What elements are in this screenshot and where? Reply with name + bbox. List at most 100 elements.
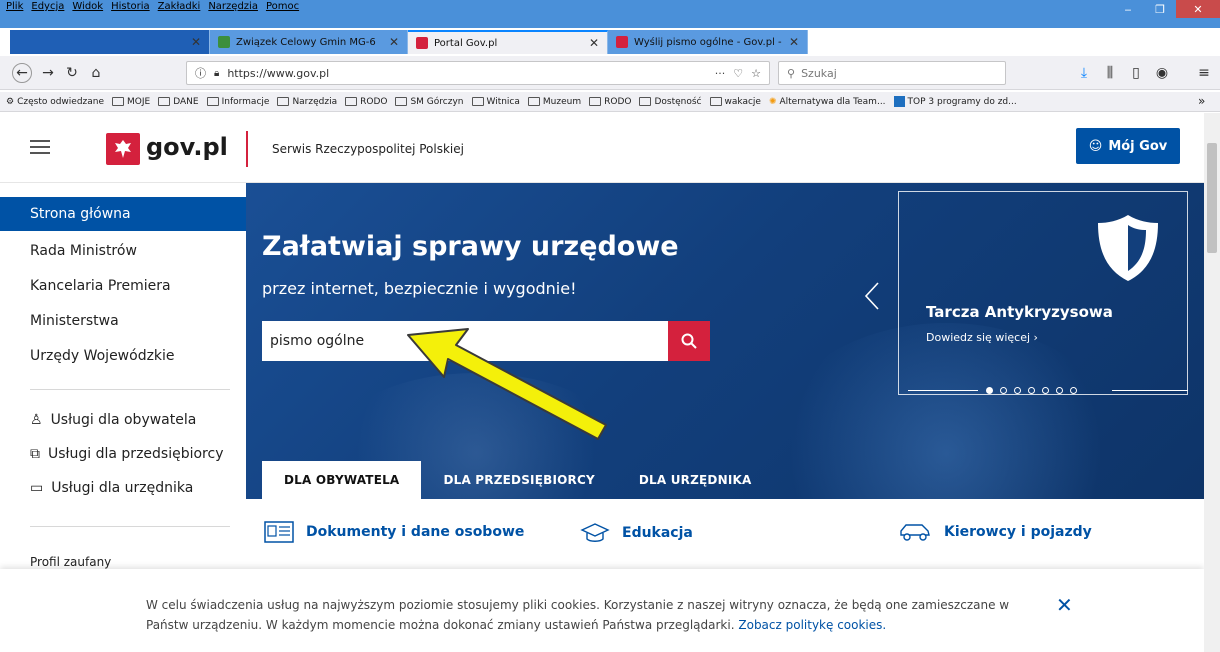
close-tab-icon[interactable]: ✕ xyxy=(389,35,399,49)
scrollbar-thumb[interactable] xyxy=(1207,143,1217,253)
library-icon[interactable]: ⫼ xyxy=(1100,63,1120,83)
account-icon[interactable]: ◉ xyxy=(1152,63,1172,83)
sidebar-item-profil-zaufany[interactable]: Profil zaufany xyxy=(30,555,111,569)
moj-gov-label: Mój Gov xyxy=(1108,138,1168,154)
new-tab-button[interactable]: + xyxy=(814,32,829,53)
carousel-dot[interactable] xyxy=(1014,387,1021,394)
close-tab-icon[interactable]: ✕ xyxy=(589,36,599,50)
sidebar-item-rada-ministrow[interactable]: Rada Ministrów xyxy=(0,234,246,268)
gov-favicon-icon xyxy=(416,37,428,49)
tab-wyslij-pismo[interactable]: Wyślij pismo ogólne - Gov.pl - ✕ xyxy=(608,30,808,54)
info-icon[interactable]: ⓘ xyxy=(195,65,206,81)
menu-edycja[interactable]: Edycja xyxy=(31,0,64,14)
sidebar-service-przedsiebiorca[interactable]: ⧉ Usługi dla przedsiębiorcy xyxy=(30,446,224,462)
cookie-message: W celu świadczenia usług na najwyższym p… xyxy=(146,595,1046,635)
bookmark-item[interactable]: TOP 3 programy do zd... xyxy=(893,96,1017,107)
pocket-icon[interactable]: ♡ xyxy=(733,67,743,80)
bookmark-item[interactable]: ⚙ Często odwiedzane xyxy=(6,97,104,107)
close-tab-icon[interactable]: ✕ xyxy=(191,35,201,49)
carousel-dot[interactable] xyxy=(1056,387,1063,394)
bookmark-label: Informacje xyxy=(221,96,270,107)
menu-hamburger-icon[interactable]: ≡ xyxy=(1194,63,1214,83)
menu-plik[interactable]: Plik xyxy=(6,0,23,14)
moj-gov-button[interactable]: ☺ Mój Gov xyxy=(1076,128,1180,164)
carousel-dot[interactable] xyxy=(1000,387,1007,394)
menu-widok[interactable]: Widok xyxy=(72,0,103,14)
sidebar-item-ministerstwa[interactable]: Ministerstwa xyxy=(0,304,246,338)
sidebar-item-urzedy-wojewodzkie[interactable]: Urzędy Wojewódzkie xyxy=(0,339,246,373)
bookmark-label: Muzeum xyxy=(542,96,582,107)
menu-historia[interactable]: Historia xyxy=(111,0,150,14)
minimize-button[interactable]: ‒ xyxy=(1112,0,1144,18)
menu-bar: Plik Edycja Widok Historia Zakładki Narz… xyxy=(0,0,299,14)
page-actions-icon[interactable]: ··· xyxy=(715,67,726,80)
bookmark-folder[interactable]: Muzeum xyxy=(527,96,582,107)
car-icon xyxy=(900,524,930,541)
bookmark-label: Narzędzia xyxy=(292,96,338,107)
carousel-dot[interactable] xyxy=(1042,387,1049,394)
bookmark-folder[interactable]: RODO xyxy=(589,97,631,107)
bookmark-folder[interactable]: MOJE xyxy=(112,97,150,107)
tab-dla-urzednika[interactable]: DLA URZĘDNIKA xyxy=(617,461,774,499)
tab-portal-gov[interactable]: Portal Gov.pl ✕ xyxy=(408,30,608,54)
close-tab-icon[interactable]: ✕ xyxy=(789,35,799,49)
download-icon[interactable]: ⤓ xyxy=(1074,63,1094,83)
eagle-emblem-icon[interactable] xyxy=(106,133,140,165)
bookmarks-overflow-icon[interactable]: » xyxy=(1198,94,1205,108)
carousel-dot[interactable] xyxy=(986,387,993,394)
folder-icon xyxy=(589,97,602,106)
category-dokumenty[interactable]: Dokumenty i dane osobowe xyxy=(264,521,524,543)
tab-dla-przedsiebiorcy[interactable]: DLA PRZEDSIĘBIORCY xyxy=(421,461,616,499)
close-icon[interactable]: ✕ xyxy=(1056,593,1073,617)
sidebar-item-strona-glowna[interactable]: Strona główna xyxy=(0,197,246,231)
back-arrow-icon[interactable]: ← xyxy=(12,63,32,83)
sidebar-service-urzednik[interactable]: ▭ Usługi dla urzędnika xyxy=(30,480,193,496)
bookmark-folder[interactable]: wakacje xyxy=(709,97,761,107)
url-text[interactable]: https://www.gov.pl xyxy=(227,67,329,80)
bookmark-folder[interactable]: Narzędzia xyxy=(277,97,337,107)
web-page: gov.pl Serwis Rzeczypospolitej Polskiej … xyxy=(0,113,1204,652)
sidebar-icon[interactable]: ▯ xyxy=(1126,63,1146,83)
restore-button[interactable]: ❐ xyxy=(1144,0,1176,18)
search-placeholder: Szukaj xyxy=(801,66,837,80)
hero-subtitle: przez internet, bezpiecznie i wygodnie! xyxy=(262,279,577,298)
bookmark-star-icon[interactable]: ☆ xyxy=(751,67,761,80)
folder-icon xyxy=(527,97,540,106)
bookmark-folder[interactable]: RODO xyxy=(345,97,387,107)
browser-search-bar[interactable]: ⚲ Szukaj xyxy=(778,61,1006,85)
bookmark-folder[interactable]: SM Górczyn xyxy=(395,97,464,107)
bookmark-folder[interactable]: DANE xyxy=(158,97,199,107)
gear-icon: ⚙ xyxy=(6,96,15,107)
sidebar-item-kancelaria-premiera[interactable]: Kancelaria Premiera xyxy=(0,269,246,303)
menu-narzedzia[interactable]: Narzędzia xyxy=(208,0,258,14)
menu-zakladki[interactable]: Zakładki xyxy=(158,0,201,14)
sidebar-service-obywatel[interactable]: ♙ Usługi dla obywatela xyxy=(30,412,196,428)
bookmark-label: TOP 3 programy do zd... xyxy=(907,96,1017,107)
carousel-prev-icon[interactable] xyxy=(863,281,881,311)
bookmark-folder[interactable]: Witnica xyxy=(471,97,520,107)
home-icon[interactable]: ⌂ xyxy=(86,63,106,83)
carousel-dot[interactable] xyxy=(1028,387,1035,394)
search-icon: ⚲ xyxy=(787,66,796,80)
shield-icon xyxy=(1098,215,1158,281)
site-logo[interactable]: gov.pl xyxy=(146,133,228,161)
tab-zwiazek[interactable]: Związek Celowy Gmin MG-6 ✕ xyxy=(210,30,408,54)
hamburger-menu-icon[interactable] xyxy=(30,140,50,154)
carousel-dot[interactable] xyxy=(1070,387,1077,394)
category-kierowcy[interactable]: Kierowcy i pojazdy xyxy=(898,521,1092,543)
cookie-policy-link[interactable]: Zobacz politykę cookies. xyxy=(738,618,886,632)
tab-dla-obywatela[interactable]: DLA OBYWATELA xyxy=(262,461,422,499)
reload-icon[interactable]: ↻ xyxy=(62,63,82,83)
tab-blurred[interactable]: ✕ xyxy=(10,30,210,54)
site-search-button[interactable] xyxy=(668,321,710,361)
bookmark-folder[interactable]: Dostęność xyxy=(639,97,702,107)
promo-link[interactable]: Dowiedz się więcej › xyxy=(926,331,1038,344)
forward-arrow-icon[interactable]: → xyxy=(38,63,58,83)
category-edukacja[interactable]: Edukacja xyxy=(580,521,693,545)
url-bar[interactable]: ⓘ 🔒︎ https://www.gov.pl ··· ♡ ☆ xyxy=(186,61,770,85)
menu-pomoc[interactable]: Pomoc xyxy=(266,0,299,14)
bookmark-item[interactable]: ✺ Alternatywa dla Team... xyxy=(769,97,886,107)
bookmark-folder[interactable]: Informacje xyxy=(206,96,270,107)
favicon-icon xyxy=(218,36,230,48)
close-window-button[interactable]: ✕ xyxy=(1176,0,1220,18)
